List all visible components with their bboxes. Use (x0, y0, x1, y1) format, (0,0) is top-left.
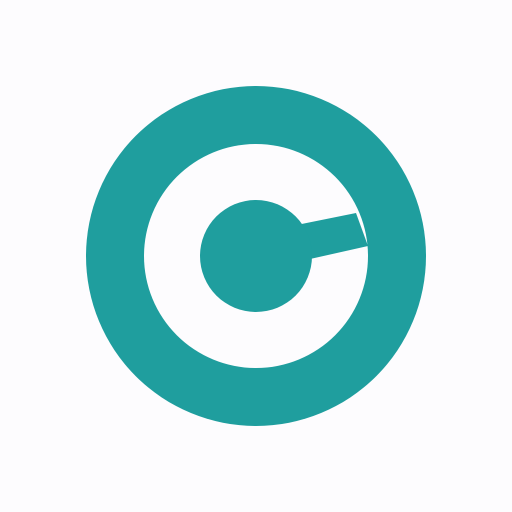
logo-center-dot (200, 200, 312, 312)
target-logo-icon (86, 86, 426, 426)
logo-canvas (0, 0, 512, 512)
